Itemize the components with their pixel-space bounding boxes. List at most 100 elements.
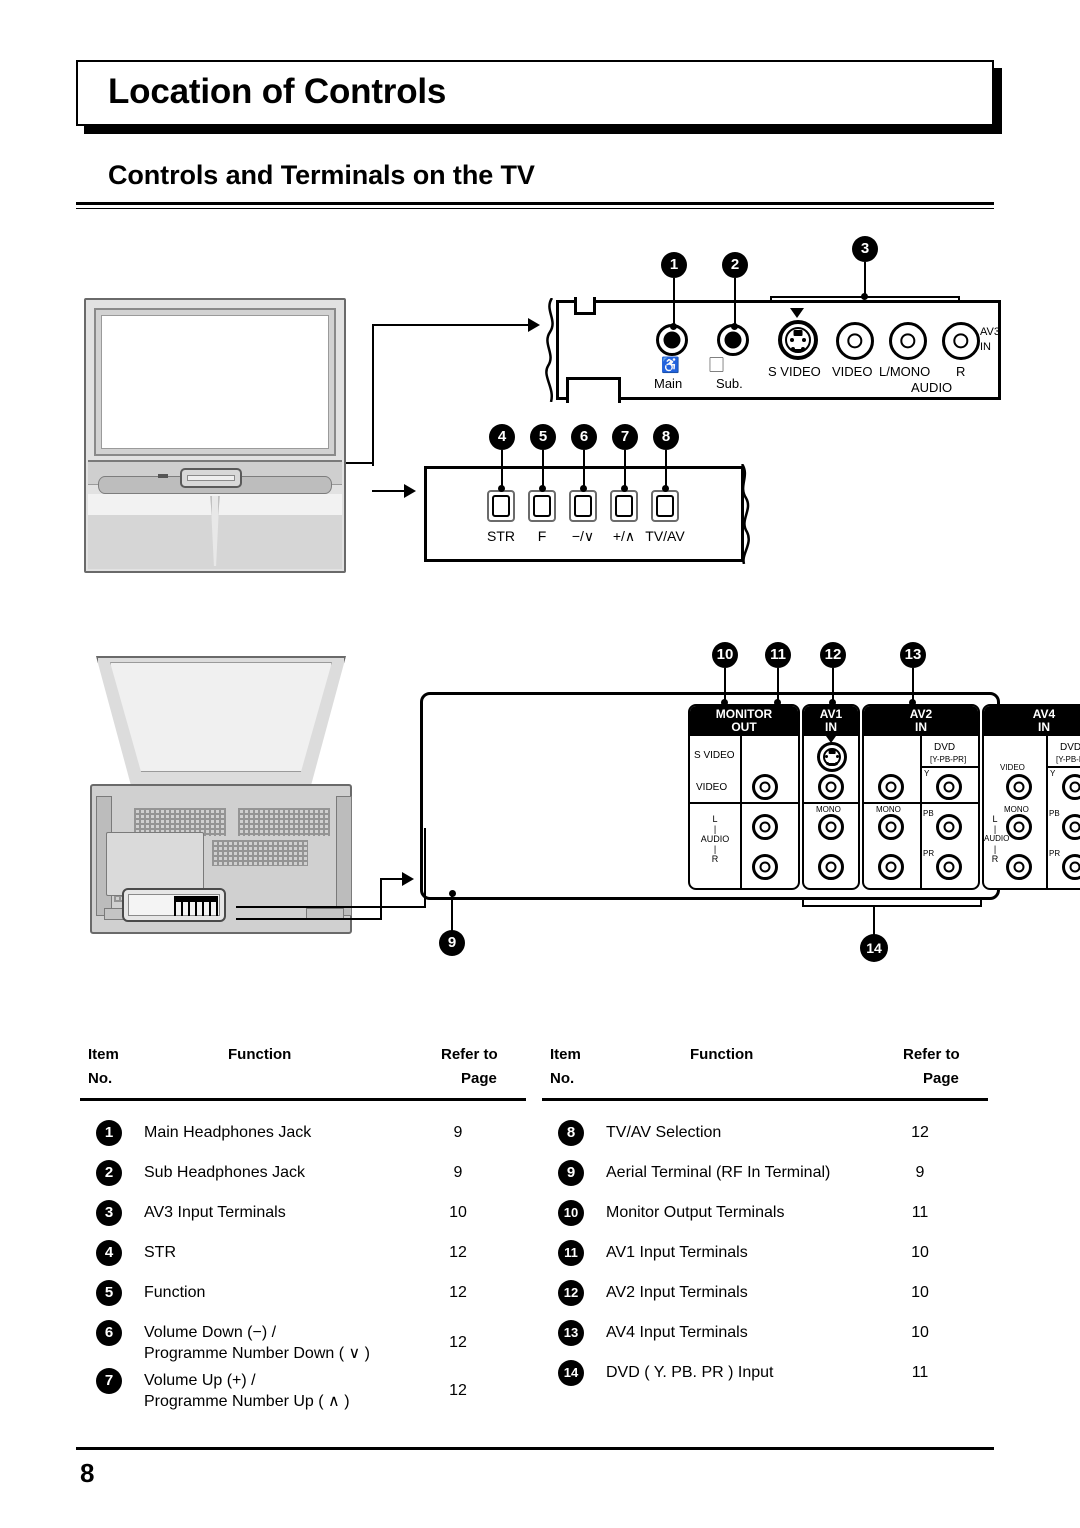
s-video-orientation-marker bbox=[790, 308, 804, 318]
monitor-out-audio-r-rca bbox=[752, 854, 778, 880]
av2-pb-label: PB bbox=[923, 809, 934, 818]
table-row-page: 12 bbox=[449, 1334, 467, 1351]
monitor-out-header: MONITOR OUT bbox=[690, 706, 798, 736]
rear-av-terminal-panel: MONITOR OUT S VIDEO VIDEO L | AUDIO | R … bbox=[420, 692, 1080, 900]
leader-rear-c bbox=[380, 878, 404, 880]
tv-front-illustration bbox=[84, 298, 346, 573]
table-row-function: Monitor Output Terminals bbox=[606, 1204, 785, 1221]
av4-dvd-pr-rca bbox=[1062, 854, 1080, 880]
av1-audio-l-mono-rca bbox=[818, 814, 844, 840]
table-row-function: TV/AV Selection bbox=[606, 1124, 722, 1141]
callout-14-leader bbox=[873, 907, 875, 935]
av2-col-divider bbox=[920, 736, 922, 888]
av4-dvd-label: DVD bbox=[1060, 742, 1080, 753]
table-row-function: Aerial Terminal (RF In Terminal) bbox=[606, 1164, 831, 1181]
callout-6-dot bbox=[580, 485, 587, 492]
audio-l-mono-label: L/MONO bbox=[879, 364, 931, 379]
callout-7-dot bbox=[621, 485, 628, 492]
callout-6-leader bbox=[583, 450, 585, 488]
table-row-function: Main Headphones Jack bbox=[144, 1124, 312, 1141]
headphones-main-icon: ♿ bbox=[661, 357, 680, 374]
callout-10: 10 bbox=[712, 642, 738, 668]
button-str[interactable] bbox=[487, 490, 515, 522]
tv-rear-side-right bbox=[336, 796, 352, 916]
table-row-page: 12 bbox=[911, 1124, 929, 1141]
callout-14: 14 bbox=[860, 934, 888, 962]
table-right-header-function: Function bbox=[690, 1046, 754, 1063]
audio-r-label: R bbox=[956, 364, 966, 379]
av4-dvd-pb-rca bbox=[1062, 814, 1080, 840]
button-tv-av[interactable] bbox=[651, 490, 679, 522]
tv-screen bbox=[101, 315, 329, 449]
monitor-out-video-rca bbox=[752, 774, 778, 800]
table-row: 3 AV3 Input Terminals 10 bbox=[78, 1194, 528, 1234]
table-row-page: 9 bbox=[915, 1164, 925, 1181]
callout-4-leader bbox=[501, 450, 503, 488]
av3-panel-notch-top bbox=[574, 297, 596, 315]
table-row-function-line1: Volume Down (−) / bbox=[144, 1324, 277, 1341]
av4-video-label: VIDEO bbox=[1000, 763, 1025, 772]
button-volume-down[interactable] bbox=[569, 490, 597, 522]
av2-dvd-pr-rca bbox=[936, 854, 962, 880]
av2-audio-r-rca bbox=[878, 854, 904, 880]
table-row-page: 11 bbox=[911, 1364, 929, 1381]
monitor-out-audio-r: R bbox=[711, 854, 719, 864]
av2-video-rca bbox=[878, 774, 904, 800]
callout-13: 13 bbox=[900, 642, 926, 668]
table-row-function: DVD ( Y. PB. PR ) Input bbox=[606, 1364, 774, 1381]
main-jack-label: Main bbox=[654, 376, 683, 391]
table-row-function-line1: Volume Up (+) / bbox=[144, 1372, 256, 1389]
callout-1-leader bbox=[673, 278, 675, 326]
tv-rear-terminal-highlight bbox=[122, 888, 226, 922]
callout-12: 12 bbox=[820, 642, 846, 668]
callout-13-dot bbox=[909, 699, 916, 706]
leader-line-front-d bbox=[372, 324, 530, 326]
monitor-out-audio-lr-label: L | AUDIO | R bbox=[694, 814, 736, 864]
table-row: 6 Volume Down (−) / Programme Number Dow… bbox=[78, 1314, 528, 1362]
callout-12-leader bbox=[832, 668, 834, 702]
table-row: 7 Volume Up (+) / Programme Number Up ( … bbox=[78, 1362, 528, 1410]
section-divider bbox=[76, 202, 994, 205]
tv-rear-vent-lower bbox=[212, 840, 308, 866]
table-row-function-line2: Programme Number Up ( ∧ ) bbox=[144, 1393, 350, 1410]
leader-arrow-btn-panel bbox=[404, 484, 416, 498]
button-function[interactable] bbox=[528, 490, 556, 522]
av4-dvd-y-rca bbox=[1062, 774, 1080, 800]
av1-in-header-line2: IN bbox=[825, 720, 837, 734]
av4-in-header-line1: AV4 bbox=[1032, 707, 1056, 721]
tv-rear-terminal-comb-icon bbox=[174, 896, 218, 916]
table-left-header-item-line1: Item bbox=[88, 1046, 119, 1063]
tv-rear-hood-inner bbox=[110, 662, 332, 772]
table-row-page: 11 bbox=[911, 1204, 929, 1221]
av4-pr-label: PR bbox=[1049, 849, 1061, 858]
av1-in-header: AV1 IN bbox=[804, 706, 858, 736]
tv-indicator-led bbox=[158, 474, 168, 478]
av4-audio-r: R bbox=[991, 854, 999, 864]
av4-col-divider bbox=[1046, 736, 1048, 888]
callout-9-dot bbox=[449, 890, 456, 897]
av4-audio-lr-label: L | AUDIO | R bbox=[984, 814, 1009, 864]
callout-3-leader bbox=[864, 262, 866, 296]
table-row-function: AV1 Input Terminals bbox=[606, 1244, 748, 1261]
av2-dvd-label: DVD bbox=[934, 742, 956, 753]
av3-in-label-line1: AV3 bbox=[980, 326, 1000, 338]
table-left-header-item-line2: No. bbox=[88, 1070, 113, 1087]
table-right-header-rule bbox=[542, 1098, 988, 1101]
av4-dvd-sub-label: [Y-PB-PR] bbox=[1056, 755, 1080, 764]
callout-5-leader bbox=[542, 450, 544, 488]
page-title-box: Location of Controls bbox=[76, 60, 994, 126]
callout-2: 2 bbox=[722, 252, 748, 278]
table-left-header-refer-line2: Page bbox=[461, 1070, 497, 1087]
button-volume-up[interactable] bbox=[610, 490, 638, 522]
table-row-page: 10 bbox=[911, 1284, 929, 1301]
table-row-function: Function bbox=[144, 1284, 206, 1301]
callout-8-leader bbox=[665, 450, 667, 488]
monitor-out-s-video-label: S VIDEO bbox=[694, 750, 735, 761]
leader-rear-b bbox=[380, 878, 382, 920]
av1-video-rca bbox=[818, 774, 844, 800]
tv-rear-plate bbox=[106, 832, 204, 896]
av2-dvd-divider bbox=[922, 766, 978, 768]
callout-1: 1 bbox=[661, 252, 687, 278]
av4-in-header-line2: IN bbox=[1038, 720, 1050, 734]
leader-line-front-b bbox=[346, 462, 374, 464]
